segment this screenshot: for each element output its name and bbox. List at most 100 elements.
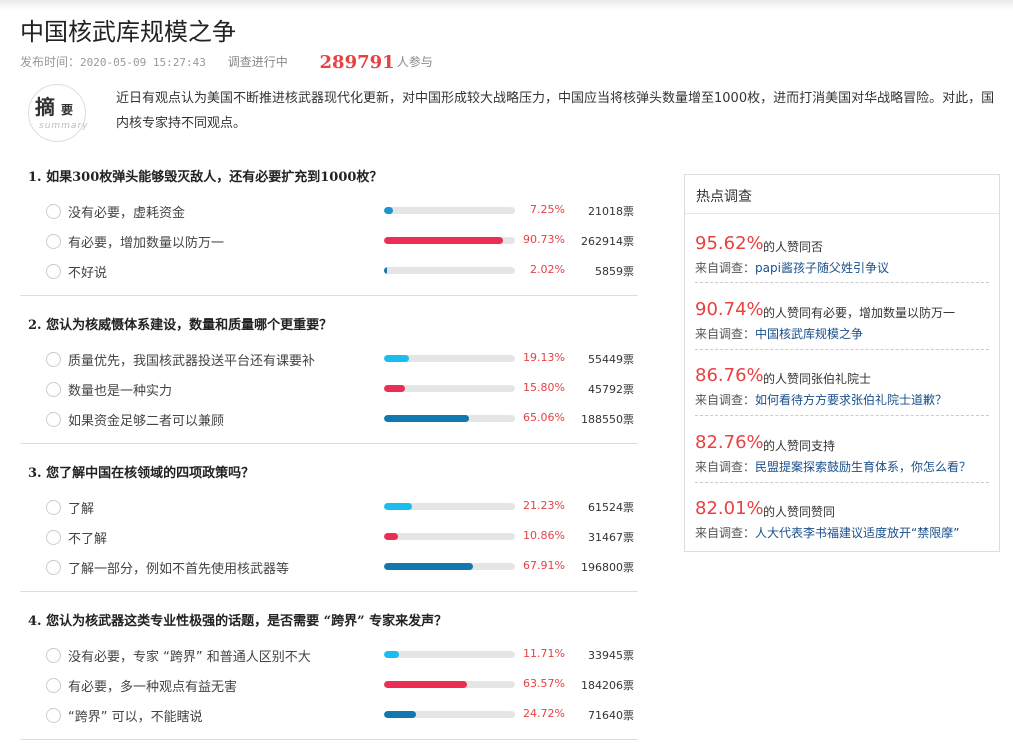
option-radio[interactable] bbox=[46, 412, 61, 427]
hot-source: 来自调查：人大代表李书福建议适度放开“禁限摩” bbox=[695, 524, 959, 541]
result-bar-fill bbox=[384, 415, 470, 422]
option-votes: 196800票 bbox=[581, 561, 634, 574]
page-title: 中国核武库规模之争 bbox=[20, 18, 236, 46]
hot-divider bbox=[695, 415, 989, 416]
summary-badge-icon: 摘 要 summary bbox=[28, 84, 89, 142]
result-bar-track bbox=[384, 267, 515, 274]
hot-divider bbox=[695, 482, 989, 483]
option-radio[interactable] bbox=[46, 234, 61, 249]
hot-text: 的人赞同赞同 bbox=[763, 505, 836, 519]
option-label: 不了解 bbox=[68, 532, 108, 547]
option-votes: 188550票 bbox=[581, 413, 634, 426]
result-bar-track bbox=[384, 681, 515, 688]
option-label: 没有必要，专家 “跨界” 和普通人区别不大 bbox=[68, 650, 311, 665]
option-row[interactable]: 没有必要，专家 “跨界” 和普通人区别不大 11.71% 33945票 bbox=[20, 645, 638, 669]
option-row[interactable]: 了解一部分，例如不首先使用核武器等 67.91% 196800票 bbox=[20, 557, 638, 581]
option-row[interactable]: 数量也是一种实力 15.80% 45792票 bbox=[20, 379, 638, 403]
question-title: 4. 您认为核武器这类专业性极强的话题，是否需要 “跨界” 专家来发声？ bbox=[28, 614, 448, 629]
option-label: 了解一部分，例如不首先使用核武器等 bbox=[68, 562, 290, 577]
publish-time: 2020-05-09 15:27:43 bbox=[80, 56, 206, 69]
hot-surveys-panel: 热点调查 95.62% 的人赞同否 来自调查：papi酱孩子随父姓引争议 90.… bbox=[684, 174, 1000, 552]
option-votes: 31467票 bbox=[588, 531, 634, 544]
hot-source-label: 来自调查： bbox=[695, 460, 756, 474]
question-title: 1. 如果300枚弹头能够毁灭敌人，还有必要扩充到1000枚？ bbox=[28, 170, 383, 185]
participant-unit: 人参与 bbox=[396, 55, 433, 69]
hot-source-link[interactable]: papi酱孩子随父姓引争议 bbox=[755, 261, 889, 275]
option-radio[interactable] bbox=[46, 708, 61, 723]
option-row[interactable]: 了解 21.23% 61524票 bbox=[20, 497, 638, 521]
option-votes: 5859票 bbox=[595, 265, 634, 278]
hot-source: 来自调查：中国核武库规模之争 bbox=[695, 325, 863, 342]
option-label: 如果资金足够二者可以兼顾 bbox=[68, 414, 225, 429]
question-title: 3. 您了解中国在核领域的四项政策吗？ bbox=[28, 466, 255, 481]
option-label: 了解 bbox=[68, 502, 95, 517]
option-votes: 33945票 bbox=[588, 649, 634, 662]
option-radio[interactable] bbox=[46, 530, 61, 545]
option-label: 没有必要，虚耗资金 bbox=[68, 206, 186, 221]
result-bar-track bbox=[384, 415, 515, 422]
option-row[interactable]: “跨界” 可以，不能瞎说 24.72% 71640票 bbox=[20, 705, 638, 729]
option-percent: 19.13% bbox=[523, 351, 565, 364]
option-radio[interactable] bbox=[46, 678, 61, 693]
option-row[interactable]: 不了解 10.86% 31467票 bbox=[20, 527, 638, 551]
result-bar-track bbox=[384, 385, 515, 392]
question-divider bbox=[20, 443, 638, 444]
option-percent: 15.80% bbox=[523, 381, 565, 394]
hot-survey-item: 82.76% 的人赞同支持 来自调查：民盟提案探索鼓励生育体系，你怎么看？ bbox=[695, 432, 989, 496]
hot-source-link[interactable]: 如何看待方方要求张伯礼院士道歉？ bbox=[755, 393, 947, 407]
option-radio[interactable] bbox=[46, 352, 61, 367]
hot-source-link[interactable]: 中国核武库规模之争 bbox=[755, 327, 863, 341]
result-bar-fill bbox=[384, 651, 400, 658]
result-bar-track bbox=[384, 237, 515, 244]
option-row[interactable]: 如果资金足够二者可以兼顾 65.06% 188550票 bbox=[20, 409, 638, 433]
option-percent: 63.57% bbox=[523, 677, 565, 690]
option-label: 不好说 bbox=[68, 266, 108, 281]
result-bar-fill bbox=[384, 503, 412, 510]
option-row[interactable]: 不好说 2.02% 5859票 bbox=[20, 261, 638, 285]
hot-source: 来自调查：如何看待方方要求张伯礼院士道歉？ bbox=[695, 391, 947, 408]
top-bar bbox=[0, 0, 1013, 10]
option-row[interactable]: 质量优先，我国核武器投送平台还有课要补 19.13% 55449票 bbox=[20, 349, 638, 373]
result-bar-fill bbox=[384, 237, 503, 244]
option-percent: 2.02% bbox=[530, 263, 565, 276]
result-bar-track bbox=[384, 563, 515, 570]
option-label: 质量优先，我国核武器投送平台还有课要补 bbox=[68, 354, 316, 369]
result-bar-fill bbox=[384, 711, 417, 718]
option-radio[interactable] bbox=[46, 648, 61, 663]
hot-percent: 82.76% bbox=[695, 432, 764, 453]
option-row[interactable]: 有必要，增加数量以防万一 90.73% 262914票 bbox=[20, 231, 638, 255]
hot-percent: 95.62% bbox=[695, 233, 764, 254]
option-row[interactable]: 有必要，多一种观点有益无害 63.57% 184206票 bbox=[20, 675, 638, 699]
hot-surveys-title: 热点调查 bbox=[696, 189, 752, 205]
option-label: 数量也是一种实力 bbox=[68, 384, 173, 399]
option-percent: 10.86% bbox=[523, 529, 565, 542]
hot-source-label: 来自调查： bbox=[695, 261, 756, 275]
hot-source-link[interactable]: 民盟提案探索鼓励生育体系，你怎么看？ bbox=[755, 460, 971, 474]
result-bar-track bbox=[384, 651, 515, 658]
option-votes: 262914票 bbox=[581, 235, 634, 248]
option-radio[interactable] bbox=[46, 382, 61, 397]
hot-percent: 90.74% bbox=[695, 299, 764, 320]
summary-badge-en: summary bbox=[39, 121, 89, 131]
summary-badge-big: 摘 bbox=[35, 95, 55, 119]
option-votes: 55449票 bbox=[588, 353, 634, 366]
result-bar-track bbox=[384, 533, 515, 540]
hot-text: 的人赞同张伯礼院士 bbox=[763, 372, 872, 386]
hot-text: 的人赞同有必要，增加数量以防万一 bbox=[763, 306, 956, 320]
option-votes: 71640票 bbox=[588, 709, 634, 722]
option-votes: 45792票 bbox=[588, 383, 634, 396]
publish-time-label: 发布时间： bbox=[20, 55, 81, 69]
option-votes: 184206票 bbox=[581, 679, 634, 692]
hot-survey-item: 90.74% 的人赞同有必要，增加数量以防万一 来自调查：中国核武库规模之争 bbox=[695, 299, 989, 363]
hot-source: 来自调查：民盟提案探索鼓励生育体系，你怎么看？ bbox=[695, 458, 971, 475]
participant-count: 289791 bbox=[319, 52, 395, 73]
option-radio[interactable] bbox=[46, 264, 61, 279]
hot-source-link[interactable]: 人大代表李书福建议适度放开“禁限摩” bbox=[755, 526, 959, 540]
option-radio[interactable] bbox=[46, 204, 61, 219]
option-radio[interactable] bbox=[46, 560, 61, 575]
result-bar-track bbox=[384, 503, 515, 510]
summary-text: 近日有观点认为美国不断推进核武器现代化更新，对中国形成较大战略压力，中国应当将核… bbox=[116, 91, 995, 131]
option-radio[interactable] bbox=[46, 500, 61, 515]
option-row[interactable]: 没有必要，虚耗资金 7.25% 21018票 bbox=[20, 201, 638, 225]
question-title: 2. 您认为核威慑体系建设，数量和质量哪个更重要？ bbox=[28, 318, 333, 333]
